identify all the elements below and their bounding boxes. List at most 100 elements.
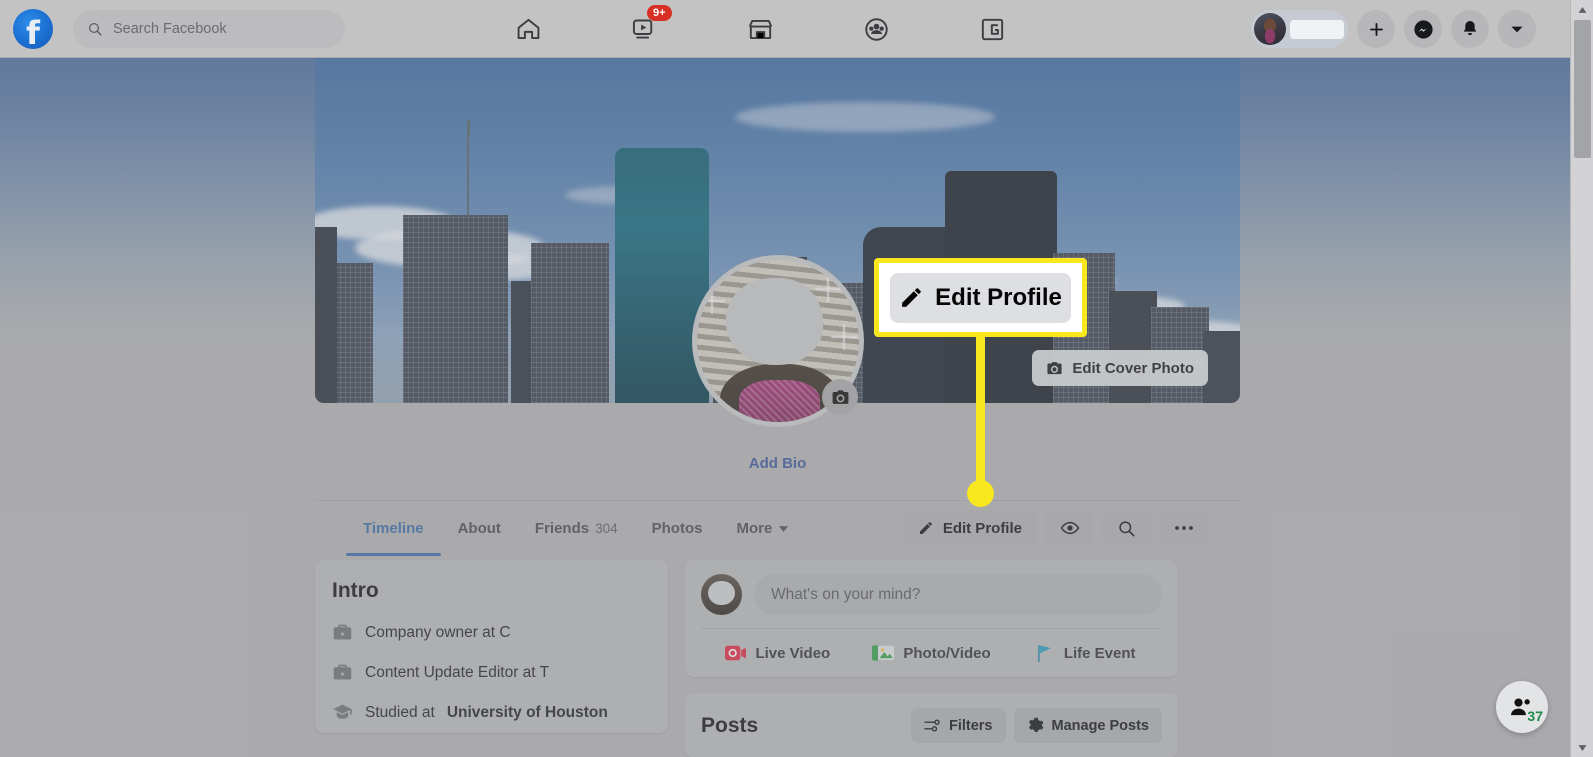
antenna [467,120,470,136]
scrollbar-thumb[interactable] [1574,20,1591,158]
tab-more-label: More [736,519,773,537]
antenna [467,124,469,216]
live-video-icon [725,645,747,661]
profile-search-button[interactable] [1102,510,1151,546]
intro-row-work-2[interactable]: Content Update Editor at T [332,662,651,683]
tab-about-label: About [457,519,501,537]
manage-posts-button[interactable]: Manage Posts [1013,708,1162,743]
edit-cover-photo-button[interactable]: Edit Cover Photo [1032,350,1208,386]
search-icon [1119,520,1135,536]
groups-icon [864,17,888,41]
composer-avatar[interactable] [701,574,742,615]
scroll-down-button[interactable] [1571,738,1593,757]
nav-watch[interactable]: 9+ [586,1,702,57]
search-input[interactable]: Search Facebook [73,9,345,48]
marketplace-icon [748,19,772,39]
redacted-face [726,277,824,366]
lens-flare [815,276,841,302]
account-name-redacted [1290,19,1344,39]
eye-icon [1060,521,1079,535]
profile-more-options-button[interactable] [1159,510,1208,546]
account-pill[interactable] [1251,10,1348,48]
edit-profile-button[interactable]: Edit Profile [902,510,1037,546]
composer-input[interactable]: What's on your mind? [754,574,1162,615]
intro-row-education-text: Studied at [365,703,435,721]
contacts-badge: 37 [1527,708,1543,724]
intro-row-work-1[interactable]: Company owner at C [332,622,651,643]
view-as-button[interactable] [1045,510,1094,546]
building [531,243,609,403]
facebook-profile-page: Edit Cover Photo Add Bio Timeline About … [0,0,1593,757]
intro-row-education-school: University of Houston [446,703,608,721]
right-column: What's on your mind? Live Video Photo/Vi… [685,560,1178,757]
avatar [1254,13,1286,45]
edit-profile-callout-button[interactable]: Edit Profile [890,272,1071,323]
profile-action-buttons: Edit Profile [902,510,1208,546]
live-video-label: Live Video [755,644,831,662]
camera-icon [1047,361,1062,374]
edit-cover-photo-label: Edit Cover Photo [1072,359,1194,377]
profile-tabs-row: Timeline About Friends 304 Photos More E… [315,500,1240,556]
profile-picture[interactable] [692,255,864,427]
facebook-logo-icon[interactable]: f [13,8,53,49]
composer-placeholder: What's on your mind? [771,585,921,603]
notifications-button[interactable] [1451,10,1489,48]
tab-friends-count: 304 [595,520,618,536]
nav-groups[interactable] [818,1,934,57]
filters-button[interactable]: Filters [910,708,1006,743]
contacts-chat-button[interactable]: 37 [1496,681,1548,733]
tab-timeline-label: Timeline [363,519,424,537]
messenger-button[interactable] [1404,10,1442,48]
photo-video-icon [872,645,895,661]
composer-top-row: What's on your mind? [701,574,1162,615]
callout-connector-dot [967,480,994,507]
watch-badge: 9+ [647,5,672,22]
account-menu-button[interactable] [1498,10,1536,48]
tab-photos[interactable]: Photos [635,501,720,556]
posts-actions: Filters Manage Posts [910,708,1162,743]
search-icon [88,22,102,36]
edit-profile-callout: Edit Profile [874,258,1087,337]
tab-timeline[interactable]: Timeline [346,501,441,556]
lens-flare [831,324,857,350]
camera-icon [832,389,848,404]
tab-about[interactable]: About [441,501,518,556]
life-event-button[interactable]: Life Event [1008,644,1162,663]
live-video-button[interactable]: Live Video [701,645,855,662]
edit-profile-button-label: Edit Profile [942,519,1022,537]
gear-icon [1028,717,1043,732]
main-navigation: 9+ [470,0,1050,58]
gaming-icon [981,18,1003,40]
posts-card: Posts Filters Manage Posts [685,693,1178,757]
tab-friends[interactable]: Friends 304 [518,501,635,556]
nav-gaming[interactable] [934,1,1050,57]
photo-video-button[interactable]: Photo/Video [855,644,1009,662]
left-column: Intro Company owner at C Content Update … [315,560,668,757]
pencil-icon [919,522,932,534]
add-bio-link[interactable]: Add Bio [315,455,1240,472]
building [1109,291,1157,403]
post-composer-card: What's on your mind? Live Video Photo/Vi… [685,560,1178,677]
top-navigation-bar: f Search Facebook 9+ [0,0,1570,58]
nav-marketplace[interactable] [702,1,818,57]
profile-tabs: Timeline About Friends 304 Photos More [346,501,806,556]
nav-home[interactable] [470,1,586,57]
create-button[interactable] [1357,10,1395,48]
intro-row-education[interactable]: Studied at University of Houston [332,702,651,723]
search-placeholder: Search Facebook [113,20,227,37]
tab-more[interactable]: More [719,501,806,556]
intro-row-work-1-text: Company owner at C [365,623,511,641]
lens-flare [699,288,725,314]
chevron-down-icon [779,525,789,532]
pencil-icon [902,288,922,307]
edit-profile-picture-button[interactable] [822,379,858,415]
scroll-up-button[interactable] [1571,0,1593,19]
manage-posts-label: Manage Posts [1051,717,1150,734]
add-bio-label: Add Bio [748,455,807,472]
briefcase-icon [333,624,352,640]
posts-title: Posts [701,713,759,737]
vertical-scrollbar[interactable] [1570,0,1593,757]
sliders-icon [924,719,940,732]
intro-title: Intro [332,579,379,602]
photo-video-label: Photo/Video [903,644,991,662]
